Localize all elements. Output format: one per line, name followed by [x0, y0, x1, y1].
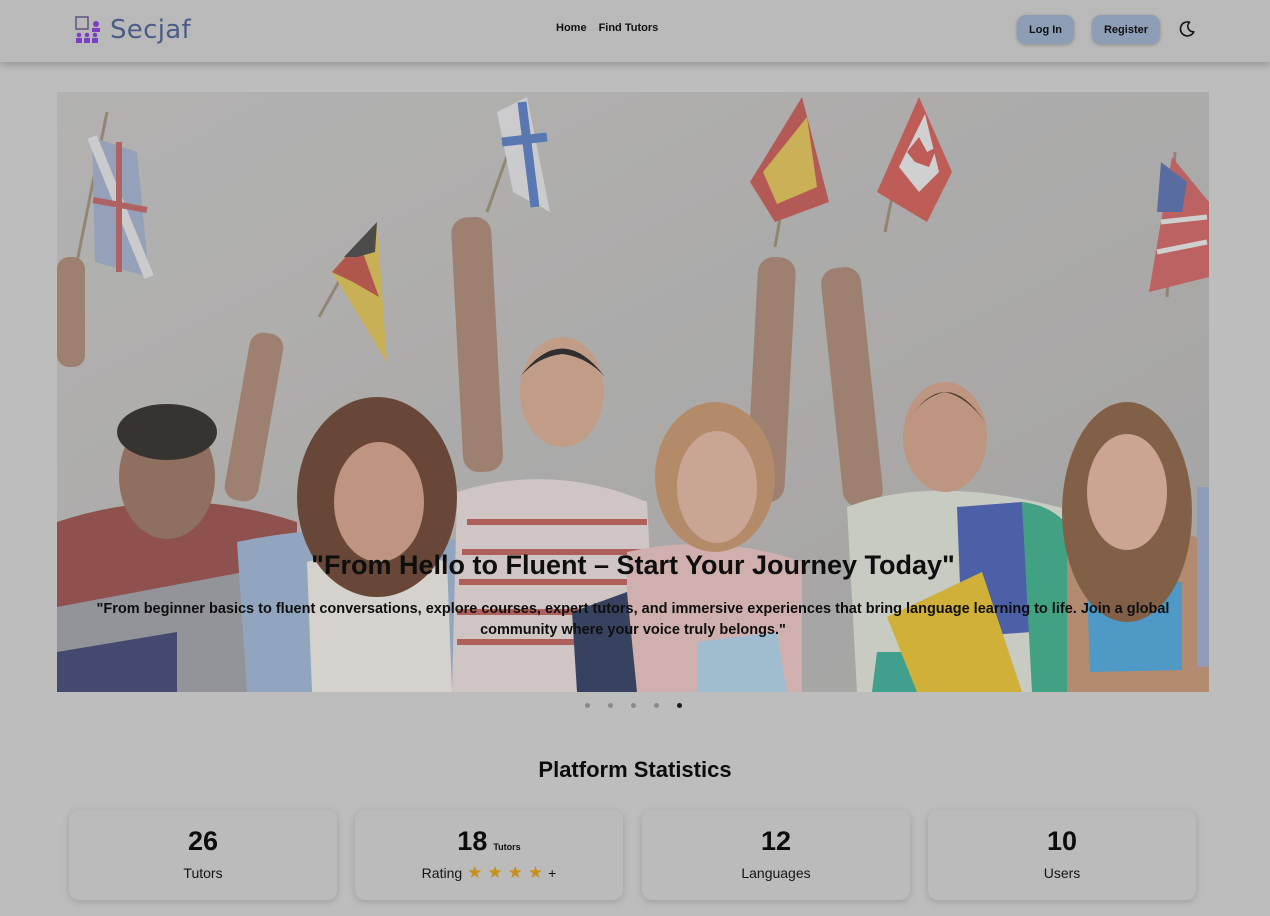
stats-title: Platform Statistics	[538, 757, 732, 782]
carousel-dot-1[interactable]	[585, 703, 590, 708]
login-button[interactable]: Log In	[1017, 15, 1074, 44]
stat-label: Tutors	[183, 865, 223, 881]
carousel-dot-4[interactable]	[654, 703, 659, 708]
stat-label: Rating ★ ★ ★ ★ +	[355, 863, 623, 882]
stat-value: 12	[760, 826, 792, 856]
star-icon: ★	[507, 863, 523, 882]
stat-superscript: Tutors	[493, 842, 521, 852]
stat-value: 10	[1046, 826, 1078, 856]
stat-number: 18	[457, 826, 488, 856]
main-nav: Home Find Tutors	[556, 22, 658, 34]
carousel-dot-2[interactable]	[608, 703, 613, 708]
stat-card-users: 10 Users	[928, 810, 1196, 900]
rating-label: Rating	[421, 865, 463, 881]
stat-label: Users	[1043, 865, 1081, 881]
hero-carousel: "From Hello to Fluent – Start Your Journ…	[57, 92, 1209, 692]
stat-label: Languages	[741, 865, 811, 881]
stat-card-rating: 18 Tutors Rating ★ ★ ★ ★ +	[355, 810, 623, 900]
hero-title: "From Hello to Fluent – Start Your Journ…	[311, 550, 955, 580]
navbar: Secjaf Home Find Tutors Log In Register	[0, 0, 1270, 62]
tutoring-logo-icon	[75, 16, 100, 43]
rating-row: Rating ★ ★ ★ ★ +	[421, 863, 557, 882]
carousel-dot-5[interactable]	[677, 703, 682, 708]
stat-value: 18 Tutors	[355, 826, 623, 857]
brand-name: Secjaf	[110, 15, 191, 45]
carousel-indicators	[585, 703, 682, 708]
star-icon: ★	[467, 863, 483, 882]
star-icon: ★	[487, 863, 503, 882]
stat-card-tutors: 26 Tutors	[69, 810, 337, 900]
nav-home-link[interactable]: Home	[556, 22, 587, 34]
nav-find-tutors-link[interactable]: Find Tutors	[599, 22, 659, 34]
stat-value: 26	[187, 826, 219, 856]
stat-card-languages: 12 Languages	[642, 810, 910, 900]
brand-logo[interactable]: Secjaf	[74, 14, 191, 46]
star-icon: ★	[527, 863, 544, 882]
rating-suffix: +	[548, 865, 557, 881]
moon-icon[interactable]	[1177, 19, 1197, 39]
hero-subtitle: "From beginner basics to fluent conversa…	[96, 601, 1170, 638]
register-button[interactable]: Register	[1092, 15, 1160, 44]
carousel-dot-3[interactable]	[631, 703, 636, 708]
